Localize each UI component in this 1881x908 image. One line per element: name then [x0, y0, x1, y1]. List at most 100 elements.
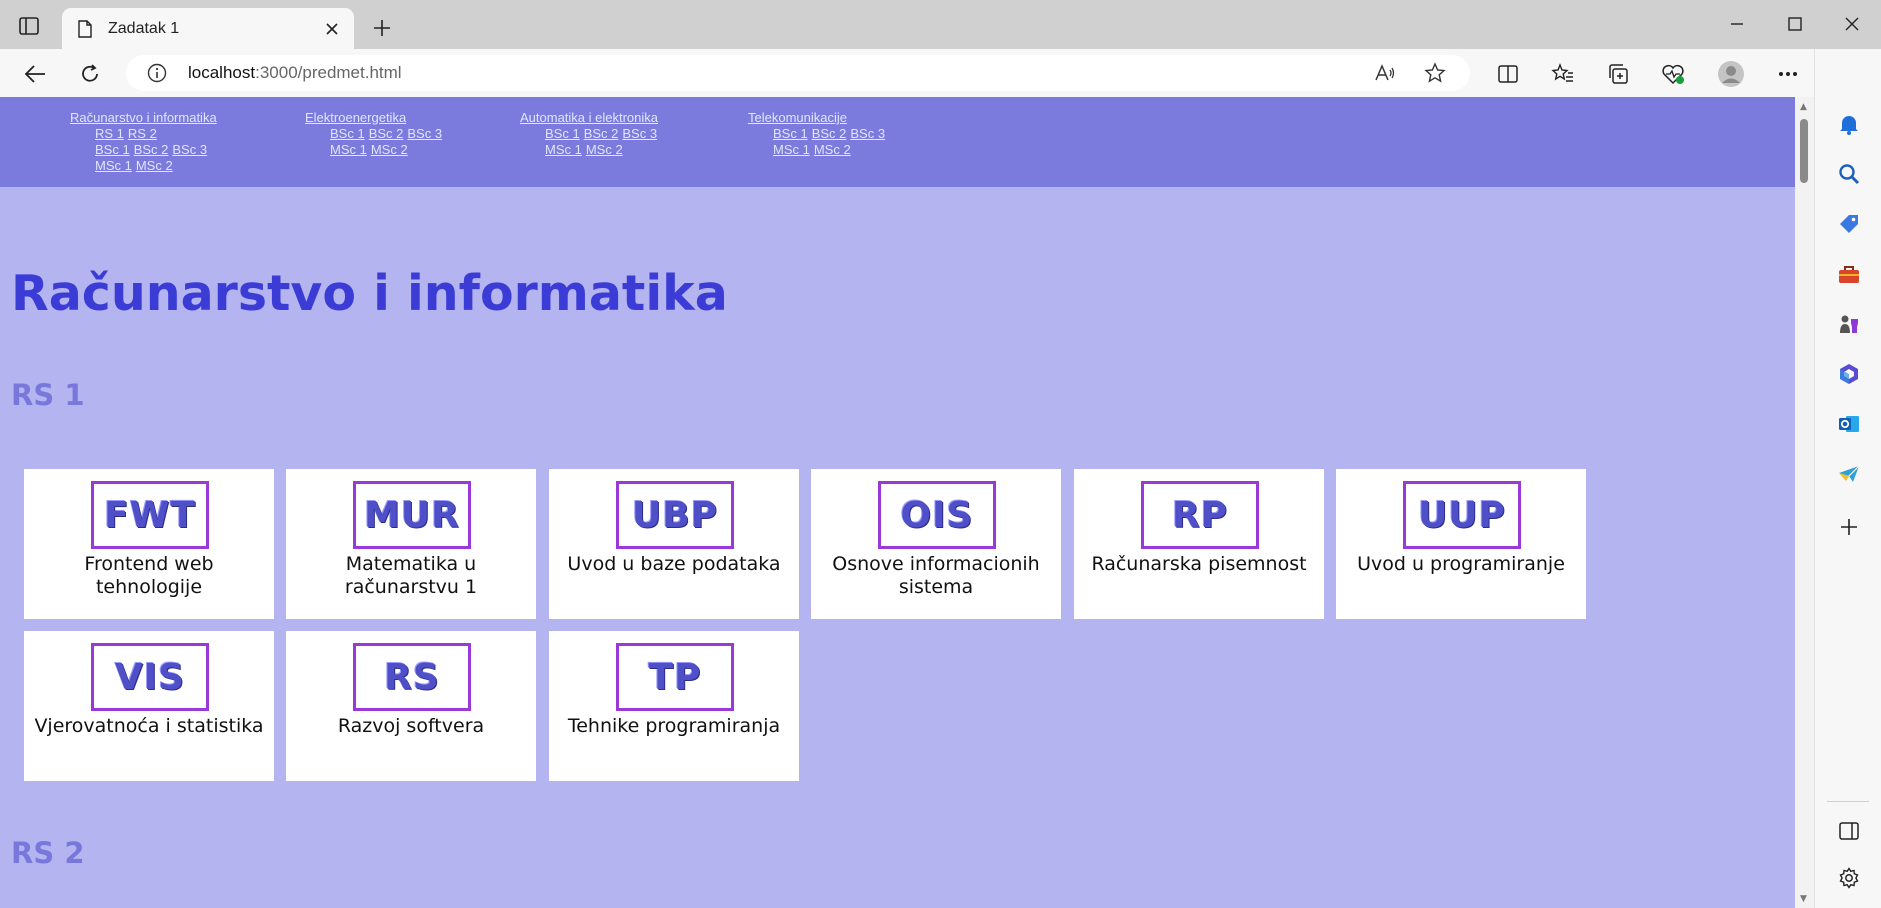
favorite-star-icon[interactable]: [1420, 58, 1450, 88]
url-text[interactable]: localhost:3000/predmet.html: [188, 63, 1370, 83]
course-name: Tehnike programiranja: [567, 715, 781, 737]
course-card[interactable]: RS Razvoj softvera: [286, 631, 536, 781]
refresh-icon[interactable]: [75, 59, 105, 89]
tag-icon[interactable]: [1835, 210, 1863, 238]
read-aloud-icon[interactable]: [1370, 58, 1400, 88]
browser-toolbar: localhost:3000/predmet.html: [0, 49, 1881, 97]
course-card[interactable]: TP Tehnike programiranja: [549, 631, 799, 781]
add-icon[interactable]: [1835, 513, 1863, 541]
course-name: Matematika u računarstvu 1: [344, 553, 478, 598]
dept-link[interactable]: Automatika i elektronika: [520, 110, 658, 125]
department-navigation: Računarstvo i informatika RS 1 RS 2 BSc 1…: [0, 97, 1795, 187]
course-card[interactable]: FWT Frontend web tehnologije: [24, 469, 274, 619]
maximize-window-icon[interactable]: [1780, 10, 1810, 38]
settings-gear-icon[interactable]: [1835, 864, 1863, 892]
year-link[interactable]: MSc 2: [371, 142, 408, 157]
dept-link[interactable]: Telekomunikacije: [748, 110, 847, 125]
dept-link[interactable]: Računarstvo i informatika: [70, 110, 217, 125]
browser-essentials-icon[interactable]: [1658, 59, 1688, 89]
course-card[interactable]: UBP Uvod u baze podataka: [549, 469, 799, 619]
year-link[interactable]: MSc 1: [330, 142, 367, 157]
year-link[interactable]: MSc 2: [586, 142, 623, 157]
browser-tab[interactable]: Zadatak 1: [62, 8, 354, 49]
more-options-icon[interactable]: [1773, 59, 1803, 89]
year-link[interactable]: RS 1: [95, 126, 124, 141]
course-code: UBP: [631, 494, 719, 536]
course-code: TP: [648, 656, 702, 698]
year-link[interactable]: MSc 2: [136, 158, 173, 173]
browser-tab-bar: Zadatak 1: [0, 0, 1881, 49]
year-link[interactable]: MSc 1: [773, 142, 810, 157]
dept-elektroenergetika: Elektroenergetika BSc 1 BSc 2 BSc 3 MSc 1 M…: [305, 110, 446, 158]
send-icon[interactable]: [1835, 460, 1863, 488]
hide-sidebar-icon[interactable]: [1835, 817, 1863, 845]
address-bar[interactable]: localhost:3000/predmet.html: [126, 55, 1470, 91]
year-link[interactable]: BSc 2: [584, 126, 619, 141]
course-card[interactable]: RP Računarska pisemnost: [1074, 469, 1324, 619]
toolbox-icon[interactable]: [1835, 260, 1863, 288]
back-icon[interactable]: [20, 59, 50, 89]
dept-link[interactable]: Elektroenergetika: [305, 110, 406, 125]
games-icon[interactable]: [1835, 310, 1863, 338]
year-link[interactable]: BSc 3: [622, 126, 657, 141]
course-card[interactable]: OIS Osnove informacionih sistema: [811, 469, 1061, 619]
year-link[interactable]: BSc 1: [773, 126, 808, 141]
minimize-window-icon[interactable]: [1722, 10, 1752, 38]
course-card[interactable]: VIS Vjerovatnoća i statistika: [24, 631, 274, 781]
page-content: Računarstvo i informatika RS 1 RS 2 BSc 1…: [0, 97, 1795, 908]
course-logo: UBP: [616, 481, 734, 549]
new-tab-icon[interactable]: [368, 14, 396, 42]
close-tab-icon[interactable]: [318, 15, 346, 43]
search-icon[interactable]: [1835, 160, 1863, 188]
dept-telekomunikacije: Telekomunikacije BSc 1 BSc 2 BSc 3 MSc 1 MS…: [748, 110, 889, 158]
scrollbar-thumb[interactable]: [1800, 119, 1808, 183]
course-name: Uvod u programiranje: [1357, 553, 1565, 575]
year-link[interactable]: MSc 2: [814, 142, 851, 157]
microsoft365-icon[interactable]: [1835, 360, 1863, 388]
outlook-icon[interactable]: [1835, 410, 1863, 438]
scroll-up-arrow-icon[interactable]: ▲: [1800, 102, 1807, 112]
year-link[interactable]: BSc 3: [172, 142, 207, 157]
course-code: UUP: [1418, 494, 1506, 536]
course-logo: OIS: [878, 481, 996, 549]
course-card[interactable]: UUP Uvod u programiranje: [1336, 469, 1586, 619]
split-screen-icon[interactable]: [1493, 59, 1523, 89]
sidebar-divider: [1827, 801, 1869, 802]
section-heading-rs1: RS 1: [11, 378, 85, 412]
course-name: Računarska pisemnost: [1091, 553, 1307, 575]
course-code: MUR: [364, 494, 460, 536]
edge-sidebar: [1814, 49, 1881, 908]
year-link[interactable]: BSc 1: [545, 126, 580, 141]
page-scrollbar[interactable]: ▲ ▼: [1795, 97, 1814, 908]
info-icon[interactable]: [146, 62, 168, 84]
course-name: Uvod u baze podataka: [567, 553, 781, 575]
favorites-icon[interactable]: [1548, 59, 1578, 89]
course-logo: TP: [616, 643, 734, 711]
course-name: Razvoj softvera: [337, 715, 485, 737]
year-link[interactable]: BSc 2: [369, 126, 404, 141]
year-link[interactable]: BSc 1: [330, 126, 365, 141]
course-logo: MUR: [353, 481, 471, 549]
tab-actions-icon[interactable]: [18, 16, 40, 36]
profile-avatar-icon[interactable]: [1716, 59, 1746, 89]
course-name: Frontend web tehnologije: [84, 553, 214, 598]
close-window-icon[interactable]: [1837, 10, 1867, 38]
scroll-down-arrow-icon[interactable]: ▼: [1800, 894, 1807, 904]
year-link[interactable]: BSc 3: [407, 126, 442, 141]
tab-title: Zadatak 1: [108, 19, 180, 37]
page-icon: [76, 19, 94, 39]
year-link[interactable]: BSc 3: [850, 126, 885, 141]
url-host: localhost: [188, 63, 256, 82]
course-card[interactable]: MUR Matematika u računarstvu 1: [286, 469, 536, 619]
bell-icon[interactable]: [1835, 110, 1863, 138]
url-path: :3000/predmet.html: [255, 63, 402, 82]
year-link[interactable]: RS 2: [128, 126, 157, 141]
year-link[interactable]: BSc 1: [95, 142, 130, 157]
year-link[interactable]: BSc 2: [812, 126, 847, 141]
year-link[interactable]: MSc 1: [545, 142, 582, 157]
collections-icon[interactable]: [1603, 59, 1633, 89]
year-link[interactable]: BSc 2: [134, 142, 169, 157]
year-link[interactable]: MSc 1: [95, 158, 132, 173]
page-title: Računarstvo i informatika: [11, 265, 728, 322]
course-code: FWT: [104, 494, 196, 536]
